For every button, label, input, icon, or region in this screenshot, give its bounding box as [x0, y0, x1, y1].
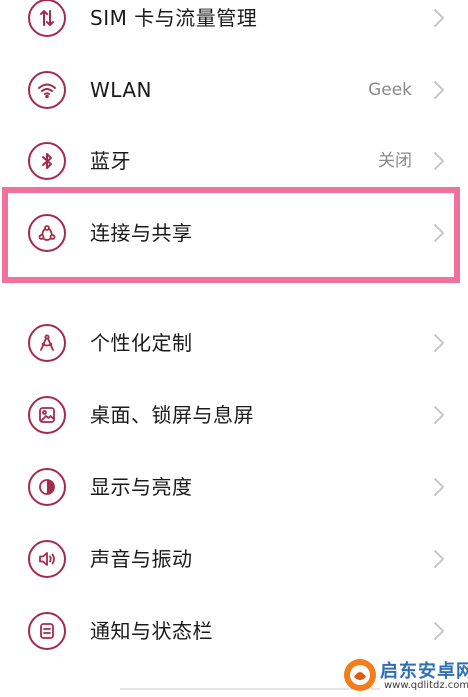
- settings-item-label: 桌面、锁屏与息屏: [90, 403, 254, 427]
- bluetooth-icon: [28, 142, 66, 180]
- settings-item-personalization[interactable]: 个性化定制: [0, 313, 468, 373]
- settings-item-bluetooth[interactable]: 蓝牙 关闭: [0, 131, 468, 191]
- chevron-right-icon: [433, 151, 445, 171]
- watermark-logo-icon: [342, 657, 378, 693]
- settings-item-label: 显示与亮度: [90, 475, 193, 499]
- chevron-right-icon: [433, 8, 445, 28]
- settings-item-label: SIM 卡与流量管理: [90, 6, 258, 30]
- settings-item-display-brightness[interactable]: 显示与亮度: [0, 457, 468, 517]
- wallpaper-icon: [28, 396, 66, 434]
- sim-data-icon: [28, 0, 66, 37]
- display-brightness-icon: [28, 468, 66, 506]
- personalization-icon: [28, 324, 66, 362]
- chevron-right-icon: [433, 621, 445, 641]
- settings-item-label: 个性化定制: [90, 331, 193, 355]
- settings-item-wlan[interactable]: WLAN Geek: [0, 60, 468, 120]
- bluetooth-status: 关闭: [378, 151, 412, 171]
- sound-icon: [28, 540, 66, 578]
- settings-item-label: 蓝牙: [90, 149, 131, 173]
- watermark-url: www.qdlitdz.com: [384, 680, 468, 691]
- settings-item-label: 通知与状态栏: [90, 619, 213, 643]
- watermark: 启东安卓网 www.qdlitdz.com: [338, 655, 468, 697]
- chevron-right-icon: [433, 333, 445, 353]
- settings-item-label: WLAN: [90, 78, 153, 102]
- chevron-right-icon: [433, 549, 445, 569]
- settings-item-sound-vibration[interactable]: 声音与振动: [0, 529, 468, 589]
- settings-item-wallpaper-lockscreen[interactable]: 桌面、锁屏与息屏: [0, 385, 468, 445]
- chevron-right-icon: [433, 80, 445, 100]
- notification-icon: [28, 612, 66, 650]
- chevron-right-icon: [433, 405, 445, 425]
- settings-item-sim[interactable]: SIM 卡与流量管理: [0, 0, 468, 48]
- wifi-icon: [28, 71, 66, 109]
- settings-item-label: 声音与振动: [90, 547, 193, 571]
- chevron-right-icon: [433, 477, 445, 497]
- highlight-frame: [2, 187, 460, 283]
- settings-item-notification-statusbar[interactable]: 通知与状态栏: [0, 601, 468, 661]
- wlan-network-name: Geek: [368, 80, 412, 100]
